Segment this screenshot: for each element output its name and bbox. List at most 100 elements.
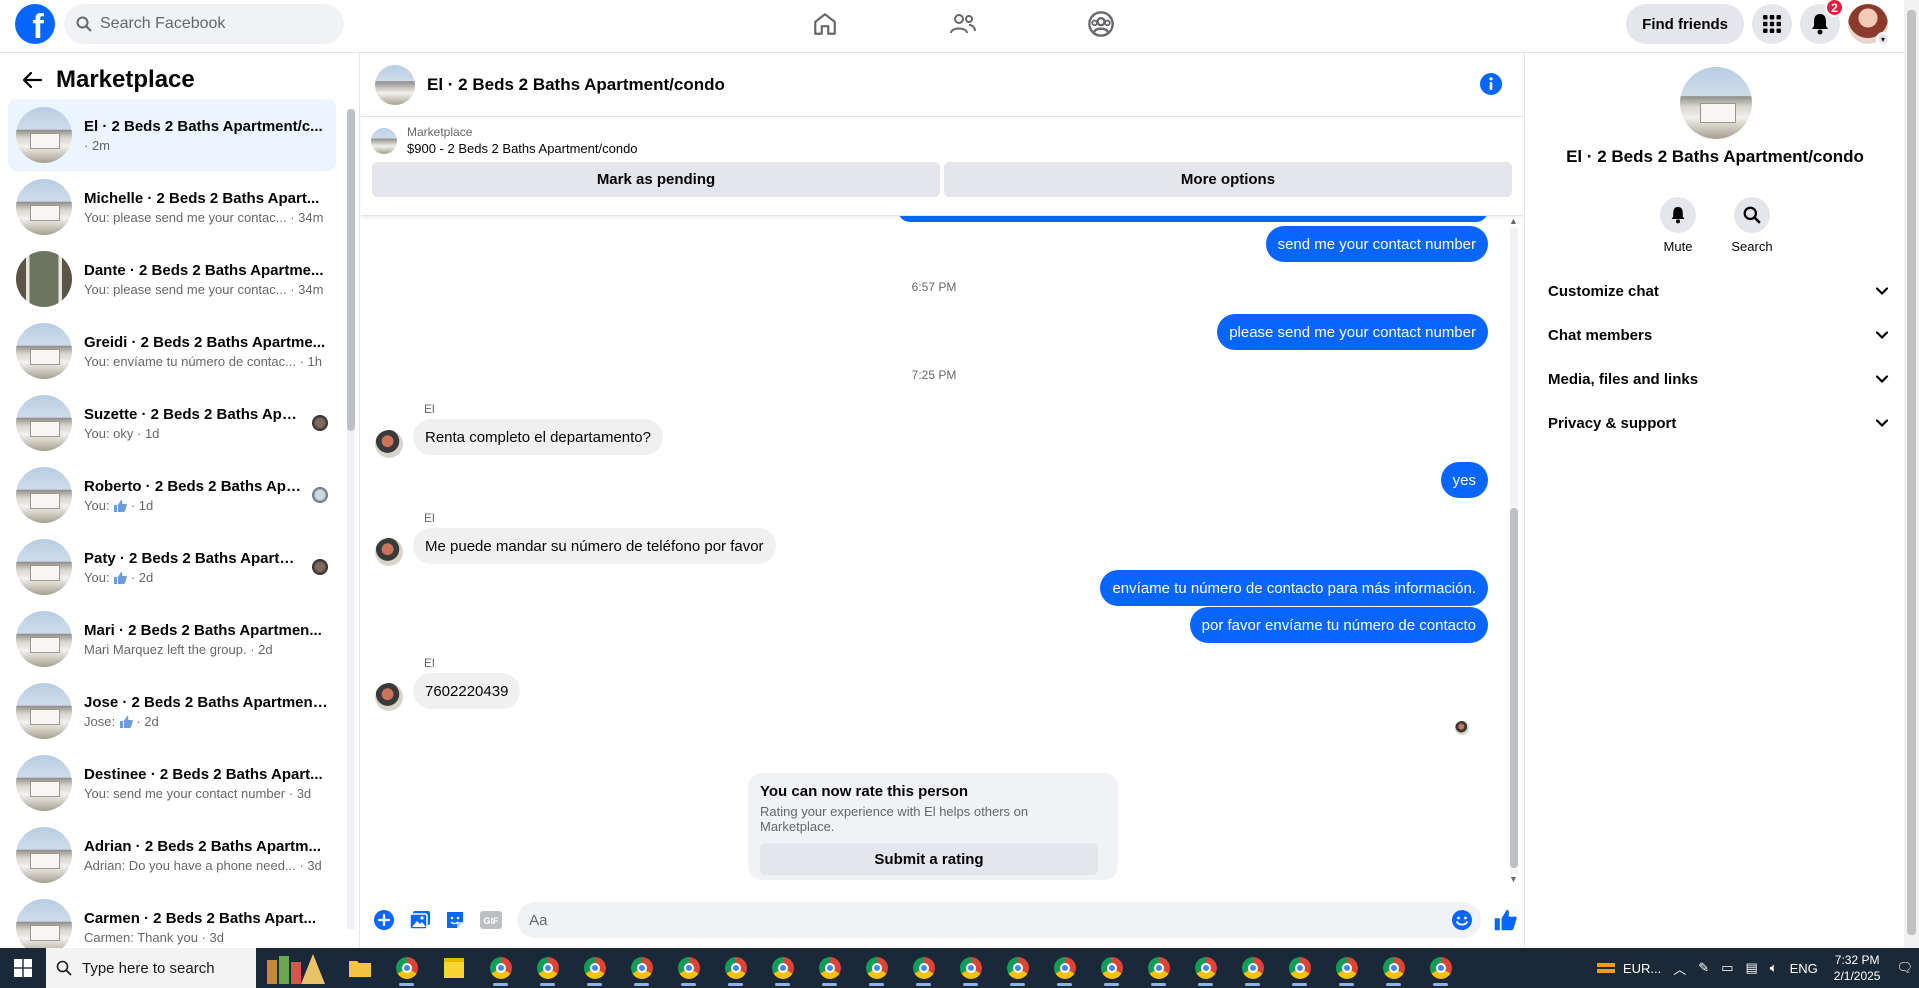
chrome-profile-app[interactable]: [571, 948, 618, 988]
conversation-item[interactable]: Roberto · 2 Beds 2 Baths Apa... You: · 1…: [8, 459, 336, 531]
chrome-profile-app[interactable]: [759, 948, 806, 988]
sender-avatar[interactable]: [375, 430, 403, 458]
chrome-profile-app[interactable]: [947, 948, 994, 988]
send-like-button[interactable]: [1487, 902, 1523, 938]
message-input[interactable]: [529, 911, 1430, 929]
search-in-conversation-button[interactable]: Search: [1731, 197, 1773, 254]
submit-rating-button[interactable]: Submit a rating: [760, 843, 1098, 875]
start-button[interactable]: [0, 948, 46, 988]
sticker-button[interactable]: [438, 902, 474, 938]
chrome-profile-app[interactable]: [712, 948, 759, 988]
scrollbar-thumb[interactable]: [1907, 10, 1916, 935]
conversation-avatar[interactable]: [1680, 67, 1752, 139]
back-button[interactable]: [20, 68, 44, 92]
mute-button-circle[interactable]: [1660, 197, 1696, 233]
chrome-profile-app[interactable]: [1323, 948, 1370, 988]
facebook-search-input[interactable]: [100, 15, 320, 33]
conversation-item[interactable]: Destinee · 2 Beds 2 Baths Apart... You: …: [8, 747, 336, 819]
currency-ticker[interactable]: EUR...: [1623, 961, 1661, 976]
chrome-profile-app[interactable]: [1041, 948, 1088, 988]
chat-scrollbar[interactable]: ▲ ▼: [1507, 216, 1521, 886]
sender-avatar[interactable]: [375, 538, 403, 566]
conversation-text: Carmen · 2 Beds 2 Baths Apart... Carmen:…: [84, 910, 328, 945]
chat-avatar[interactable]: [375, 64, 415, 105]
more-actions-button[interactable]: [366, 902, 402, 938]
page-scrollbar[interactable]: [1904, 0, 1919, 948]
pen-icon[interactable]: ✎: [1698, 960, 1709, 976]
input-language[interactable]: ENG: [1790, 961, 1818, 976]
back-arrow-icon: [22, 71, 42, 89]
taskbar-search[interactable]: Type here to search: [46, 948, 256, 988]
facebook-logo[interactable]: f: [15, 4, 55, 44]
conversation-item[interactable]: Dante · 2 Beds 2 Baths Apartme... You: p…: [8, 243, 336, 315]
chrome-profile-app[interactable]: [1182, 948, 1229, 988]
chrome-profile-app[interactable]: [1135, 948, 1182, 988]
chrome-profile-app[interactable]: [1417, 948, 1464, 988]
notifications-button[interactable]: 2: [1800, 0, 1844, 44]
home-nav-button[interactable]: [790, 6, 860, 42]
chrome-profile-app[interactable]: [900, 948, 947, 988]
conversation-item[interactable]: El · 2 Beds 2 Baths Apartment/c... · 2m: [8, 99, 336, 171]
sidebar-scrollbar[interactable]: [344, 99, 358, 948]
privacy-support-item[interactable]: Privacy & support: [1533, 401, 1897, 445]
menu-button[interactable]: [1752, 4, 1792, 44]
attach-photo-button[interactable]: [402, 902, 438, 938]
search-button-circle[interactable]: [1734, 197, 1770, 233]
conversation-item[interactable]: Michelle · 2 Beds 2 Baths Apart... You: …: [8, 171, 336, 243]
profile-avatar-button[interactable]: ▾: [1848, 4, 1890, 46]
currency-widget-icon[interactable]: [1595, 959, 1617, 977]
listing-thumbnail: [16, 467, 72, 523]
chrome-profile-app[interactable]: [1088, 948, 1135, 988]
chrome-profile-app[interactable]: [806, 948, 853, 988]
more-options-button[interactable]: More options: [944, 162, 1512, 197]
info-icon[interactable]: [1479, 72, 1503, 96]
chrome-app[interactable]: [383, 948, 430, 988]
conversation-item[interactable]: Greidi · 2 Beds 2 Baths Apartme... You: …: [8, 315, 336, 387]
facebook-search-box[interactable]: [64, 4, 344, 44]
scrollbar-thumb[interactable]: [1510, 508, 1518, 868]
chrome-profile-app[interactable]: [477, 948, 524, 988]
conversation-item[interactable]: Jose · 2 Beds 2 Baths Apartment... Jose:…: [8, 675, 336, 747]
media-files-links-item[interactable]: Media, files and links: [1533, 357, 1897, 401]
chrome-profile-app[interactable]: [665, 948, 712, 988]
chrome-profile-app[interactable]: [1370, 948, 1417, 988]
conversation-item[interactable]: Adrian · 2 Beds 2 Baths Apartm... Adrian…: [8, 819, 336, 891]
chrome-profile-app[interactable]: [524, 948, 571, 988]
listing-summary[interactable]: Marketplace $900 - 2 Beds 2 Baths Apartm…: [361, 117, 1523, 156]
mark-as-pending-button[interactable]: Mark as pending: [372, 162, 940, 197]
network-icon[interactable]: ▤: [1745, 960, 1757, 976]
system-clock[interactable]: 7:32 PM 2/1/2025: [1834, 952, 1881, 984]
chrome-profile-app[interactable]: [994, 948, 1041, 988]
emoji-icon[interactable]: [1451, 909, 1473, 931]
conversation-item[interactable]: Suzette · 2 Beds 2 Baths Apar... You: ok…: [8, 387, 336, 459]
notification-center-icon[interactable]: 🗨︎: [1896, 960, 1913, 976]
scroll-up-arrow-icon[interactable]: ▲: [1509, 216, 1518, 226]
groups-nav-button[interactable]: [1066, 6, 1136, 42]
sender-avatar[interactable]: [375, 683, 403, 711]
file-explorer-app[interactable]: [336, 948, 383, 988]
meet-now-icon[interactable]: ▭: [1721, 960, 1733, 976]
conversation-item[interactable]: Paty · 2 Beds 2 Baths Apartm... You: · 2…: [8, 531, 336, 603]
message-input-box[interactable]: [517, 902, 1482, 938]
conversation-item[interactable]: Carmen · 2 Beds 2 Baths Apart... Carmen:…: [8, 891, 336, 948]
chrome-icon: [489, 957, 512, 979]
chrome-profile-app[interactable]: [1276, 948, 1323, 988]
chrome-profile-app[interactable]: [853, 948, 900, 988]
chrome-profile-app[interactable]: [1229, 948, 1276, 988]
news-widget[interactable]: [256, 948, 336, 988]
chrome-profile-app[interactable]: [618, 948, 665, 988]
find-friends-button[interactable]: Find friends: [1626, 4, 1744, 44]
chevron-up-icon[interactable]: ︿: [1673, 959, 1686, 978]
sticky-notes-app[interactable]: [430, 948, 477, 988]
scroll-down-arrow-icon[interactable]: ▼: [1509, 874, 1518, 884]
scrollbar-thumb[interactable]: [347, 109, 355, 431]
customize-chat-item[interactable]: Customize chat: [1533, 269, 1897, 313]
chat-members-item[interactable]: Chat members: [1533, 313, 1897, 357]
chat-title[interactable]: El · 2 Beds 2 Baths Apartment/condo: [427, 75, 725, 95]
conversation-item[interactable]: Mari · 2 Beds 2 Baths Apartmen... Mari M…: [8, 603, 336, 675]
gif-button[interactable]: GIF: [473, 902, 509, 938]
volume-icon[interactable]: 🔈︎: [1770, 960, 1778, 976]
mute-button[interactable]: Mute: [1659, 197, 1697, 254]
taskbar-search-placeholder: Type here to search: [82, 959, 215, 977]
friends-nav-button[interactable]: [928, 6, 998, 42]
